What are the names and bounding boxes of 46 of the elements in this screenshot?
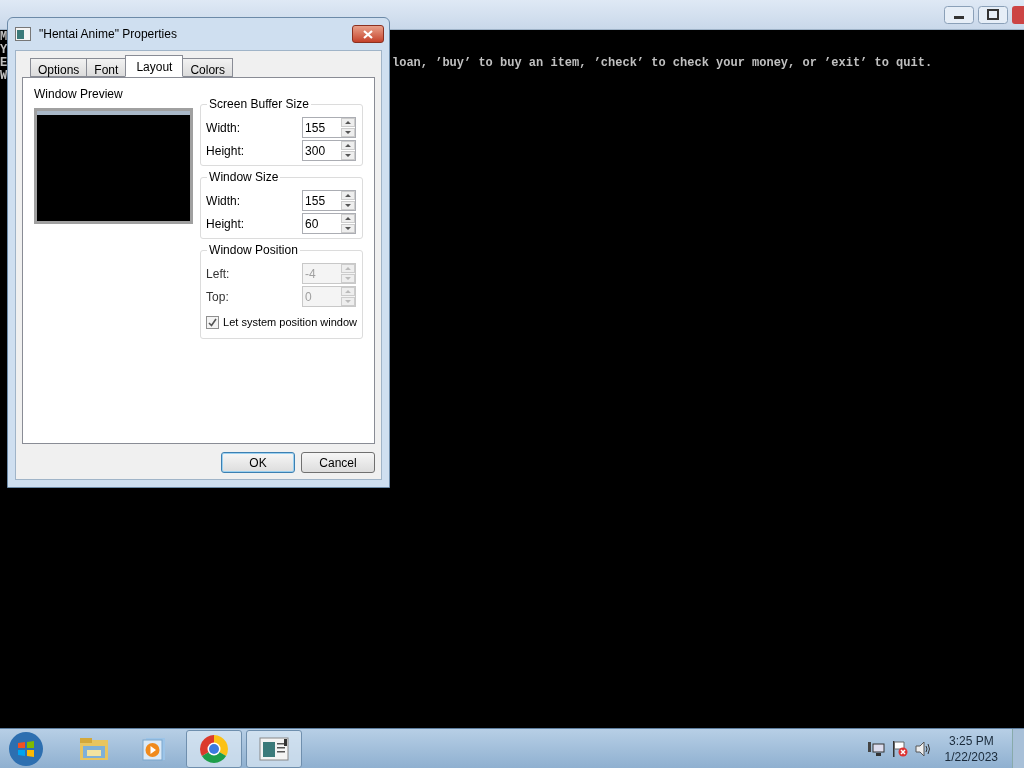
dialog-button[interactable]: Cancel — [301, 452, 375, 473]
close-button[interactable] — [1012, 5, 1024, 24]
console-text: loan, ’buy’ to buy an item, ’check’ to check your money, or ’exit’ to quit. — [392, 57, 933, 70]
taskbar-button[interactable] — [246, 729, 302, 768]
tab[interactable]: Colors — [182, 58, 234, 77]
play-icon — [141, 735, 167, 762]
checkmark-icon — [208, 317, 218, 327]
console-text: E — [0, 57, 8, 70]
minimize-icon[interactable] — [944, 5, 974, 24]
dialog-title: "Hentai Anime" Properties — [39, 26, 178, 43]
spin-field[interactable]: 155 — [302, 117, 357, 138]
tab[interactable]: Layout — [125, 55, 184, 77]
close-button[interactable] — [352, 25, 384, 43]
spin-field[interactable]: 60 — [302, 213, 357, 234]
console-text: Y — [0, 44, 8, 57]
speaker-icon[interactable] — [914, 740, 933, 757]
browser-icon — [199, 733, 229, 764]
checkbox[interactable] — [206, 315, 220, 329]
taskbar-button[interactable] — [186, 729, 242, 768]
tab[interactable]: Options — [30, 58, 88, 77]
console-text: M — [0, 31, 8, 44]
close-icon[interactable] — [363, 29, 373, 39]
flag-icon[interactable] — [890, 739, 909, 758]
field-label: Height: — [206, 142, 246, 160]
folder-icon — [79, 735, 109, 762]
network-icon[interactable] — [866, 740, 885, 757]
tab[interactable]: Font — [86, 58, 127, 77]
spinner-arrows-icon[interactable] — [341, 141, 356, 160]
field-label: Top: — [206, 288, 230, 306]
window-icon — [15, 27, 31, 41]
console-text: W — [0, 70, 8, 83]
spin-field[interactable]: 155 — [302, 190, 357, 211]
field-label: Height: — [206, 215, 246, 233]
field-label: Width: — [206, 192, 242, 210]
spinner-arrows-icon[interactable] — [341, 118, 356, 137]
spinner-arrows-icon[interactable] — [341, 191, 356, 210]
field-label: Width: — [206, 119, 242, 137]
spin-field[interactable]: 300 — [302, 140, 357, 161]
clock[interactable]: 3:25 PM 1/22/2023 — [944, 732, 998, 765]
dialog-button[interactable]: OK — [221, 452, 295, 473]
checkbox-label: Let system position window — [223, 315, 357, 330]
preview-label: Window Preview — [34, 86, 124, 103]
window-icon — [259, 736, 289, 761]
spinner-arrows-icon[interactable] — [341, 214, 356, 233]
maximize-icon[interactable] — [978, 5, 1008, 24]
field-label: Left: — [206, 265, 231, 283]
